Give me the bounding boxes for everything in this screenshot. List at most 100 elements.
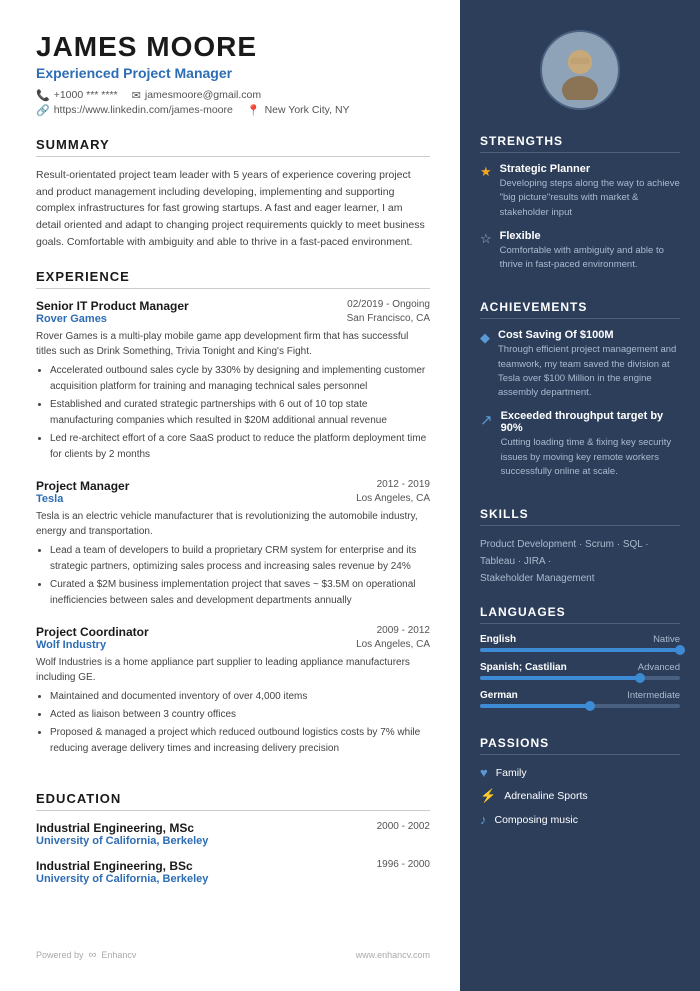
lang-item-spanish: Spanish; Castilian Advanced (480, 662, 680, 680)
edu-degree-1: Industrial Engineering, MSc (36, 821, 194, 835)
strength-desc-1: Developing steps along the way to achiev… (500, 177, 680, 220)
exp-location-1: San Francisco, CA (347, 313, 430, 325)
achievement-item-1: ◆ Cost Saving Of $100M Through efficient… (480, 329, 680, 400)
strength-item-2: ☆ Flexible Comfortable with ambiguity an… (480, 230, 680, 273)
skills-section: SKILLS Product Development · Scrum · SQL… (480, 507, 680, 587)
email-icon: ✉ (132, 89, 141, 102)
exp-desc-3: Wolf Industries is a home appliance part… (36, 655, 430, 685)
experience-title: EXPERIENCE (36, 269, 430, 289)
family-icon: ♥ (480, 765, 488, 780)
bullet-item: Lead a team of developers to build a pro… (50, 543, 430, 575)
bullet-item: Maintained and documented inventory of o… (50, 689, 430, 705)
languages-title: LANGUAGES (480, 605, 680, 624)
lang-dot-english (675, 645, 685, 655)
avatar (540, 30, 620, 110)
lang-bar-english (480, 648, 680, 652)
lang-bar-german (480, 704, 680, 708)
passion-music: ♪ Composing music (480, 812, 680, 827)
edu-degree-2: Industrial Engineering, BSc (36, 859, 193, 873)
exp-dates-1: 02/2019 - Ongoing (347, 299, 430, 310)
exp-role-1: Senior IT Product Manager (36, 299, 189, 313)
achievements-section: ACHIEVEMENTS ◆ Cost Saving Of $100M Thro… (480, 300, 680, 489)
skills-text: Product Development · Scrum · SQL ·Table… (480, 536, 680, 587)
edu-dates-2: 1996 - 2000 (377, 859, 430, 873)
achievement-title-1: Cost Saving Of $100M (498, 329, 680, 341)
passion-family: ♥ Family (480, 765, 680, 780)
skills-title: SKILLS (480, 507, 680, 526)
left-column: JAMES MOORE Experienced Project Manager … (0, 0, 460, 991)
lang-name-spanish: Spanish; Castilian (480, 662, 567, 673)
lang-item-german: German Intermediate (480, 690, 680, 708)
lang-name-german: German (480, 690, 518, 701)
linkedin-icon: 🔗 (36, 104, 50, 117)
exp-company-3: Wolf Industry (36, 639, 106, 651)
lang-name-english: English (480, 634, 516, 645)
exp-company-1: Rover Games (36, 313, 107, 325)
exp-item-1: Senior IT Product Manager 02/2019 - Ongo… (36, 299, 430, 463)
bullet-item: Accelerated outbound sales cycle by 330%… (50, 363, 430, 395)
passion-adrenaline: ⚡ Adrenaline Sports (480, 788, 680, 804)
passions-title: PASSIONS (480, 736, 680, 755)
lang-dot-spanish (635, 673, 645, 683)
brand-icon: ∞ (89, 949, 97, 961)
exp-item-2: Project Manager 2012 - 2019 Tesla Los An… (36, 479, 430, 609)
exp-desc-1: Rover Games is a multi-play mobile game … (36, 329, 430, 359)
phone-icon: 📞 (36, 89, 50, 102)
lang-bar-spanish (480, 676, 680, 680)
location-icon: 📍 (247, 104, 261, 117)
lang-bar-fill-english (480, 648, 680, 652)
strengths-title: STRENGTHS (480, 134, 680, 153)
brand-name: Enhancv (101, 950, 136, 960)
lang-level-spanish: Advanced (638, 662, 680, 673)
achievement-desc-2: Cutting loading time & fixing key securi… (501, 436, 680, 479)
exp-bullets-1: Accelerated outbound sales cycle by 330%… (36, 363, 430, 463)
edu-school-1: University of California, Berkeley (36, 835, 430, 847)
lang-bar-fill-spanish (480, 676, 640, 680)
exp-desc-2: Tesla is an electric vehicle manufacture… (36, 509, 430, 539)
passion-label-music: Composing music (495, 814, 578, 826)
bullet-item: Acted as liaison between 3 country offic… (50, 707, 430, 723)
phone-contact: 📞 +1000 *** **** (36, 89, 118, 102)
exp-dates-3: 2009 - 2012 (377, 625, 430, 636)
bullet-item: Curated a $2M business implementation pr… (50, 577, 430, 609)
footer-website: www.enhancv.com (356, 950, 430, 960)
strategic-planner-icon: ★ (480, 164, 492, 220)
strengths-section: STRENGTHS ★ Strategic Planner Developing… (480, 134, 680, 282)
lang-item-english: English Native (480, 634, 680, 652)
bullet-item: Proposed & managed a project which reduc… (50, 725, 430, 757)
passions-section: PASSIONS ♥ Family ⚡ Adrenaline Sports ♪ … (480, 736, 680, 835)
lang-bar-fill-german (480, 704, 590, 708)
exp-company-2: Tesla (36, 493, 63, 505)
adrenaline-icon: ⚡ (480, 788, 496, 804)
powered-by-label: Powered by (36, 950, 84, 960)
email-contact: ✉ jamesmoore@gmail.com (132, 89, 262, 102)
footer: Powered by ∞ Enhancv www.enhancv.com (36, 929, 430, 961)
throughput-icon: ↗ (480, 411, 493, 479)
avatar-container (480, 30, 680, 110)
contact-row: 📞 +1000 *** **** ✉ jamesmoore@gmail.com (36, 89, 430, 102)
edu-dates-1: 2000 - 2002 (377, 821, 430, 835)
header: JAMES MOORE Experienced Project Manager … (36, 32, 430, 119)
education-section: EDUCATION Industrial Engineering, MSc 20… (36, 791, 430, 897)
achievements-title: ACHIEVEMENTS (480, 300, 680, 319)
edu-item-2: Industrial Engineering, BSc 1996 - 2000 … (36, 859, 430, 885)
bullet-item: Established and curated strategic partne… (50, 397, 430, 429)
lang-dot-german (585, 701, 595, 711)
achievement-item-2: ↗ Exceeded throughput target by 90% Cutt… (480, 410, 680, 479)
strength-title-2: Flexible (500, 230, 680, 242)
right-column: STRENGTHS ★ Strategic Planner Developing… (460, 0, 700, 991)
lang-level-german: Intermediate (627, 690, 680, 701)
achievement-title-2: Exceeded throughput target by 90% (501, 410, 680, 434)
music-icon: ♪ (480, 812, 487, 827)
edu-item-1: Industrial Engineering, MSc 2000 - 2002 … (36, 821, 430, 847)
edu-school-2: University of California, Berkeley (36, 873, 430, 885)
linkedin-contact: 🔗 https://www.linkedin.com/james-moore (36, 104, 233, 117)
strength-item-1: ★ Strategic Planner Developing steps alo… (480, 163, 680, 220)
summary-section: SUMMARY Result-orientated project team l… (36, 137, 430, 251)
exp-item-3: Project Coordinator 2009 - 2012 Wolf Ind… (36, 625, 430, 757)
cost-saving-icon: ◆ (480, 330, 490, 400)
exp-role-2: Project Manager (36, 479, 129, 493)
education-title: EDUCATION (36, 791, 430, 811)
strength-desc-2: Comfortable with ambiguity and able to t… (500, 244, 680, 273)
achievement-desc-1: Through efficient project management and… (498, 343, 680, 400)
